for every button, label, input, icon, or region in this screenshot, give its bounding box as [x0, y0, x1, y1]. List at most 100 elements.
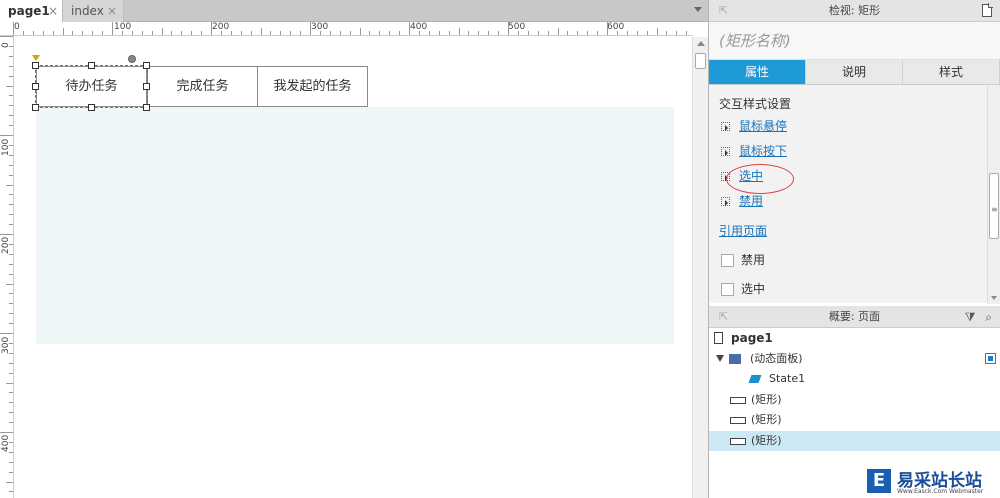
- reference-page-link[interactable]: 引用页面: [719, 224, 767, 238]
- anchor-icon[interactable]: [32, 55, 40, 61]
- tree-item-page[interactable]: page1: [709, 328, 1000, 349]
- canvas-vertical-scrollbar[interactable]: [692, 37, 708, 498]
- ruler-tick: [329, 31, 331, 35]
- design-canvas[interactable]: 待办任务 完成任务 我发起的任务: [14, 37, 692, 498]
- checkbox-selected[interactable]: [721, 283, 734, 296]
- ruler-tick: [448, 31, 450, 35]
- search-icon[interactable]: ⌕: [985, 310, 992, 324]
- ruler-tick: [211, 22, 212, 35]
- ruler-label: 0: [14, 22, 20, 32]
- rectangle-icon: [730, 417, 746, 424]
- ruler-label: 400: [1, 434, 11, 452]
- ruler-tick: [508, 22, 509, 35]
- resize-handle[interactable]: [143, 62, 150, 69]
- ruler-tick: [349, 31, 351, 35]
- resize-handle[interactable]: [143, 104, 150, 111]
- scroll-thumb[interactable]: [695, 53, 706, 69]
- resize-handle[interactable]: [143, 83, 150, 90]
- outline-title: 概要: 页面: [828, 310, 881, 323]
- ruler-tick: [230, 31, 232, 35]
- tree-item-rect-selected[interactable]: (矩形): [709, 430, 1000, 451]
- dynamic-panel-area[interactable]: [36, 107, 674, 344]
- inspector-panel: ⇱ 检视: 矩形 (矩形名称) 属性 说明 样式 交互样式设置 鼠标悬停 鼠标按…: [709, 0, 1000, 304]
- ruler-tick: [0, 333, 13, 334]
- ruler-tick: [0, 135, 13, 136]
- interaction-mouseover[interactable]: 鼠标悬停: [719, 114, 1000, 139]
- ruler-tick: [300, 31, 302, 35]
- ruler-tick: [607, 22, 608, 35]
- resize-handle[interactable]: [32, 83, 39, 90]
- tree-item-dynamic-panel[interactable]: (动态面板): [709, 349, 1000, 370]
- tab-page1[interactable]: page1 ×: [0, 0, 62, 22]
- ruler-tick: [9, 243, 13, 245]
- tab-page1-label: page1: [8, 4, 50, 18]
- ruler-tick: [359, 28, 361, 35]
- tab-index-label: index: [71, 4, 104, 18]
- panel-visibility-icon[interactable]: [985, 352, 996, 364]
- ruler-tick: [121, 31, 123, 35]
- ruler-tick: [9, 313, 13, 315]
- dynamic-panel-icon: [729, 353, 741, 364]
- interaction-disabled-link[interactable]: 禁用: [739, 194, 763, 208]
- ruler-tick: [9, 402, 13, 404]
- resize-handle[interactable]: [32, 62, 39, 69]
- ruler-tick: [92, 31, 94, 35]
- ruler-tick: [9, 55, 13, 57]
- interaction-mousedown-link[interactable]: 鼠标按下: [739, 144, 787, 158]
- ruler-tick: [260, 28, 262, 35]
- collapse-triangle-icon[interactable]: [716, 354, 724, 362]
- ruler-tick: [488, 31, 490, 35]
- resize-handle[interactable]: [32, 104, 39, 111]
- tab-index[interactable]: index ×: [62, 0, 124, 22]
- properties-scrollbar[interactable]: ≡: [987, 85, 1000, 304]
- shape-name-field[interactable]: (矩形名称): [709, 22, 1000, 60]
- tab-list-dropdown-icon[interactable]: [694, 7, 702, 12]
- rect-label: 完成任务: [176, 79, 229, 94]
- interaction-mousedown[interactable]: 鼠标按下: [719, 139, 1000, 164]
- ruler-tick: [9, 461, 13, 463]
- notes-doc-icon[interactable]: [982, 3, 993, 17]
- checkbox-selected-row[interactable]: 选中: [719, 275, 1000, 304]
- ruler-tick: [9, 125, 13, 127]
- horizontal-ruler: 0 100 200 300 400 500 600: [13, 22, 693, 36]
- ruler-tick: [151, 31, 153, 35]
- tree-item-state[interactable]: State1: [709, 369, 1000, 390]
- tree-item-rect[interactable]: (矩形): [709, 390, 1000, 411]
- tab-page1-close-icon[interactable]: ×: [48, 0, 58, 22]
- state-icon: [748, 375, 762, 383]
- ruler-tick: [181, 31, 183, 35]
- page-icon: [714, 332, 723, 344]
- cursor-press-icon: [721, 147, 730, 156]
- interaction-mouseover-link[interactable]: 鼠标悬停: [739, 119, 787, 133]
- properties-content: 交互样式设置 鼠标悬停 鼠标按下 选中 禁用 引用页面 禁用 选中 ≡: [709, 85, 1000, 304]
- checkbox-disabled[interactable]: [721, 254, 734, 267]
- interaction-styles-heading: 交互样式设置: [719, 97, 792, 111]
- rect-completed-tasks[interactable]: 完成任务: [147, 66, 258, 107]
- checkbox-disabled-row[interactable]: 禁用: [719, 246, 1000, 275]
- rotate-handle[interactable]: [128, 55, 136, 63]
- ruler-tick: [131, 31, 133, 35]
- document-tab-bar: page1 × index ×: [0, 0, 708, 22]
- tree-item-label: (矩形): [751, 392, 782, 406]
- ruler-tick: [9, 471, 13, 473]
- ruler-tick: [478, 31, 480, 35]
- resize-handle[interactable]: [88, 104, 95, 111]
- filter-icon[interactable]: ⧩: [965, 310, 976, 324]
- ruler-tick: [399, 31, 401, 35]
- scroll-down-icon[interactable]: [991, 296, 997, 300]
- ruler-tick: [319, 31, 321, 35]
- ruler-tick: [9, 253, 13, 255]
- tab-index-close-icon[interactable]: ×: [107, 0, 117, 22]
- ruler-tick: [62, 28, 64, 35]
- ruler-tick: [9, 115, 13, 117]
- tab-properties[interactable]: 属性: [709, 60, 806, 84]
- tab-notes[interactable]: 说明: [806, 60, 903, 84]
- pin-icon[interactable]: ⇱: [719, 306, 728, 328]
- pin-icon[interactable]: ⇱: [719, 0, 728, 22]
- ruler-tick: [6, 283, 13, 285]
- tab-style[interactable]: 样式: [903, 60, 1000, 84]
- tree-item-rect[interactable]: (矩形): [709, 410, 1000, 431]
- rect-my-initiated-tasks[interactable]: 我发起的任务: [257, 66, 368, 107]
- resize-handle[interactable]: [88, 62, 95, 69]
- scroll-up-icon[interactable]: [697, 41, 705, 46]
